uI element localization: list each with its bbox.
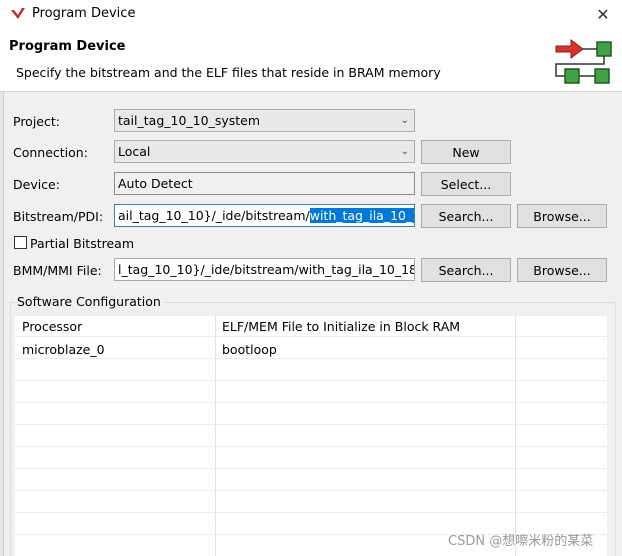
- project-label: Project:: [13, 114, 60, 129]
- bitstream-browse-button[interactable]: Browse...: [517, 204, 607, 228]
- bitstream-selected-text: with_tag_ila_10_18.bit: [309, 208, 414, 223]
- bmm-field[interactable]: l_tag_10_10}/_ide/bitstream/with_tag_ila…: [114, 258, 415, 281]
- software-config-label: Software Configuration: [17, 294, 164, 309]
- bitstream-path: ail_tag_10_10}/_ide/bitstream/: [118, 208, 310, 223]
- partial-bitstream-checkbox[interactable]: [14, 236, 27, 249]
- header-title: Program Device: [9, 39, 126, 54]
- empty-row: [15, 448, 607, 469]
- software-config-table: Processor ELF/MEM File to Initialize in …: [15, 316, 607, 556]
- chevron-down-icon: ⌄: [400, 146, 409, 157]
- program-device-dialog: Program Device ✕ Program Device Specify …: [0, 0, 622, 556]
- bitstream-search-button[interactable]: Search...: [421, 204, 511, 228]
- connection-combo[interactable]: Local ⌄: [114, 140, 415, 163]
- left-edge-strip: [0, 92, 4, 556]
- window-title: Program Device: [32, 6, 136, 21]
- project-value: tail_tag_10_10_system: [118, 113, 261, 128]
- table-header-row: Processor ELF/MEM File to Initialize in …: [15, 316, 607, 337]
- connection-label: Connection:: [13, 145, 88, 160]
- csdn-watermark: CSDN @想嚓米粉的某菜: [448, 534, 594, 549]
- bmm-search-button[interactable]: Search...: [421, 258, 511, 282]
- processor-cell: microblaze_0: [22, 342, 105, 357]
- chevron-down-icon: ⌄: [400, 115, 409, 126]
- empty-row: [15, 382, 607, 403]
- bmm-browse-button[interactable]: Browse...: [517, 258, 607, 282]
- vitis-app-icon: [11, 8, 25, 19]
- partial-bitstream-label: Partial Bitstream: [30, 236, 135, 251]
- header-description: Specify the bitstream and the ELF files …: [16, 65, 441, 80]
- close-button[interactable]: ✕: [590, 3, 616, 25]
- empty-row: [15, 426, 607, 447]
- empty-row: [15, 404, 607, 425]
- header-panel: Program Device Specify the bitstream and…: [0, 30, 622, 92]
- connection-value: Local: [118, 144, 151, 159]
- bitstream-label: Bitstream/PDI:: [13, 209, 104, 224]
- new-connection-button[interactable]: New: [421, 140, 511, 164]
- program-device-banner-icon: [555, 39, 612, 84]
- close-icon: ✕: [596, 4, 610, 24]
- empty-row: [15, 492, 607, 513]
- empty-row: [15, 360, 607, 381]
- empty-row: [15, 470, 607, 491]
- title-bar: Program Device ✕: [0, 0, 622, 30]
- elf-cell[interactable]: bootloop: [222, 342, 277, 357]
- bmm-label: BMM/MMI File:: [13, 263, 102, 278]
- table-row[interactable]: microblaze_0 bootloop: [15, 338, 607, 359]
- column-header-processor: Processor: [22, 319, 83, 334]
- select-device-button[interactable]: Select...: [421, 172, 511, 196]
- project-combo[interactable]: tail_tag_10_10_system ⌄: [114, 109, 415, 132]
- column-header-elf: ELF/MEM File to Initialize in Block RAM: [222, 319, 461, 334]
- device-field[interactable]: Auto Detect: [114, 172, 415, 195]
- bitstream-field[interactable]: ail_tag_10_10}/_ide/bitstream/with_tag_i…: [114, 204, 415, 227]
- device-label: Device:: [13, 177, 60, 192]
